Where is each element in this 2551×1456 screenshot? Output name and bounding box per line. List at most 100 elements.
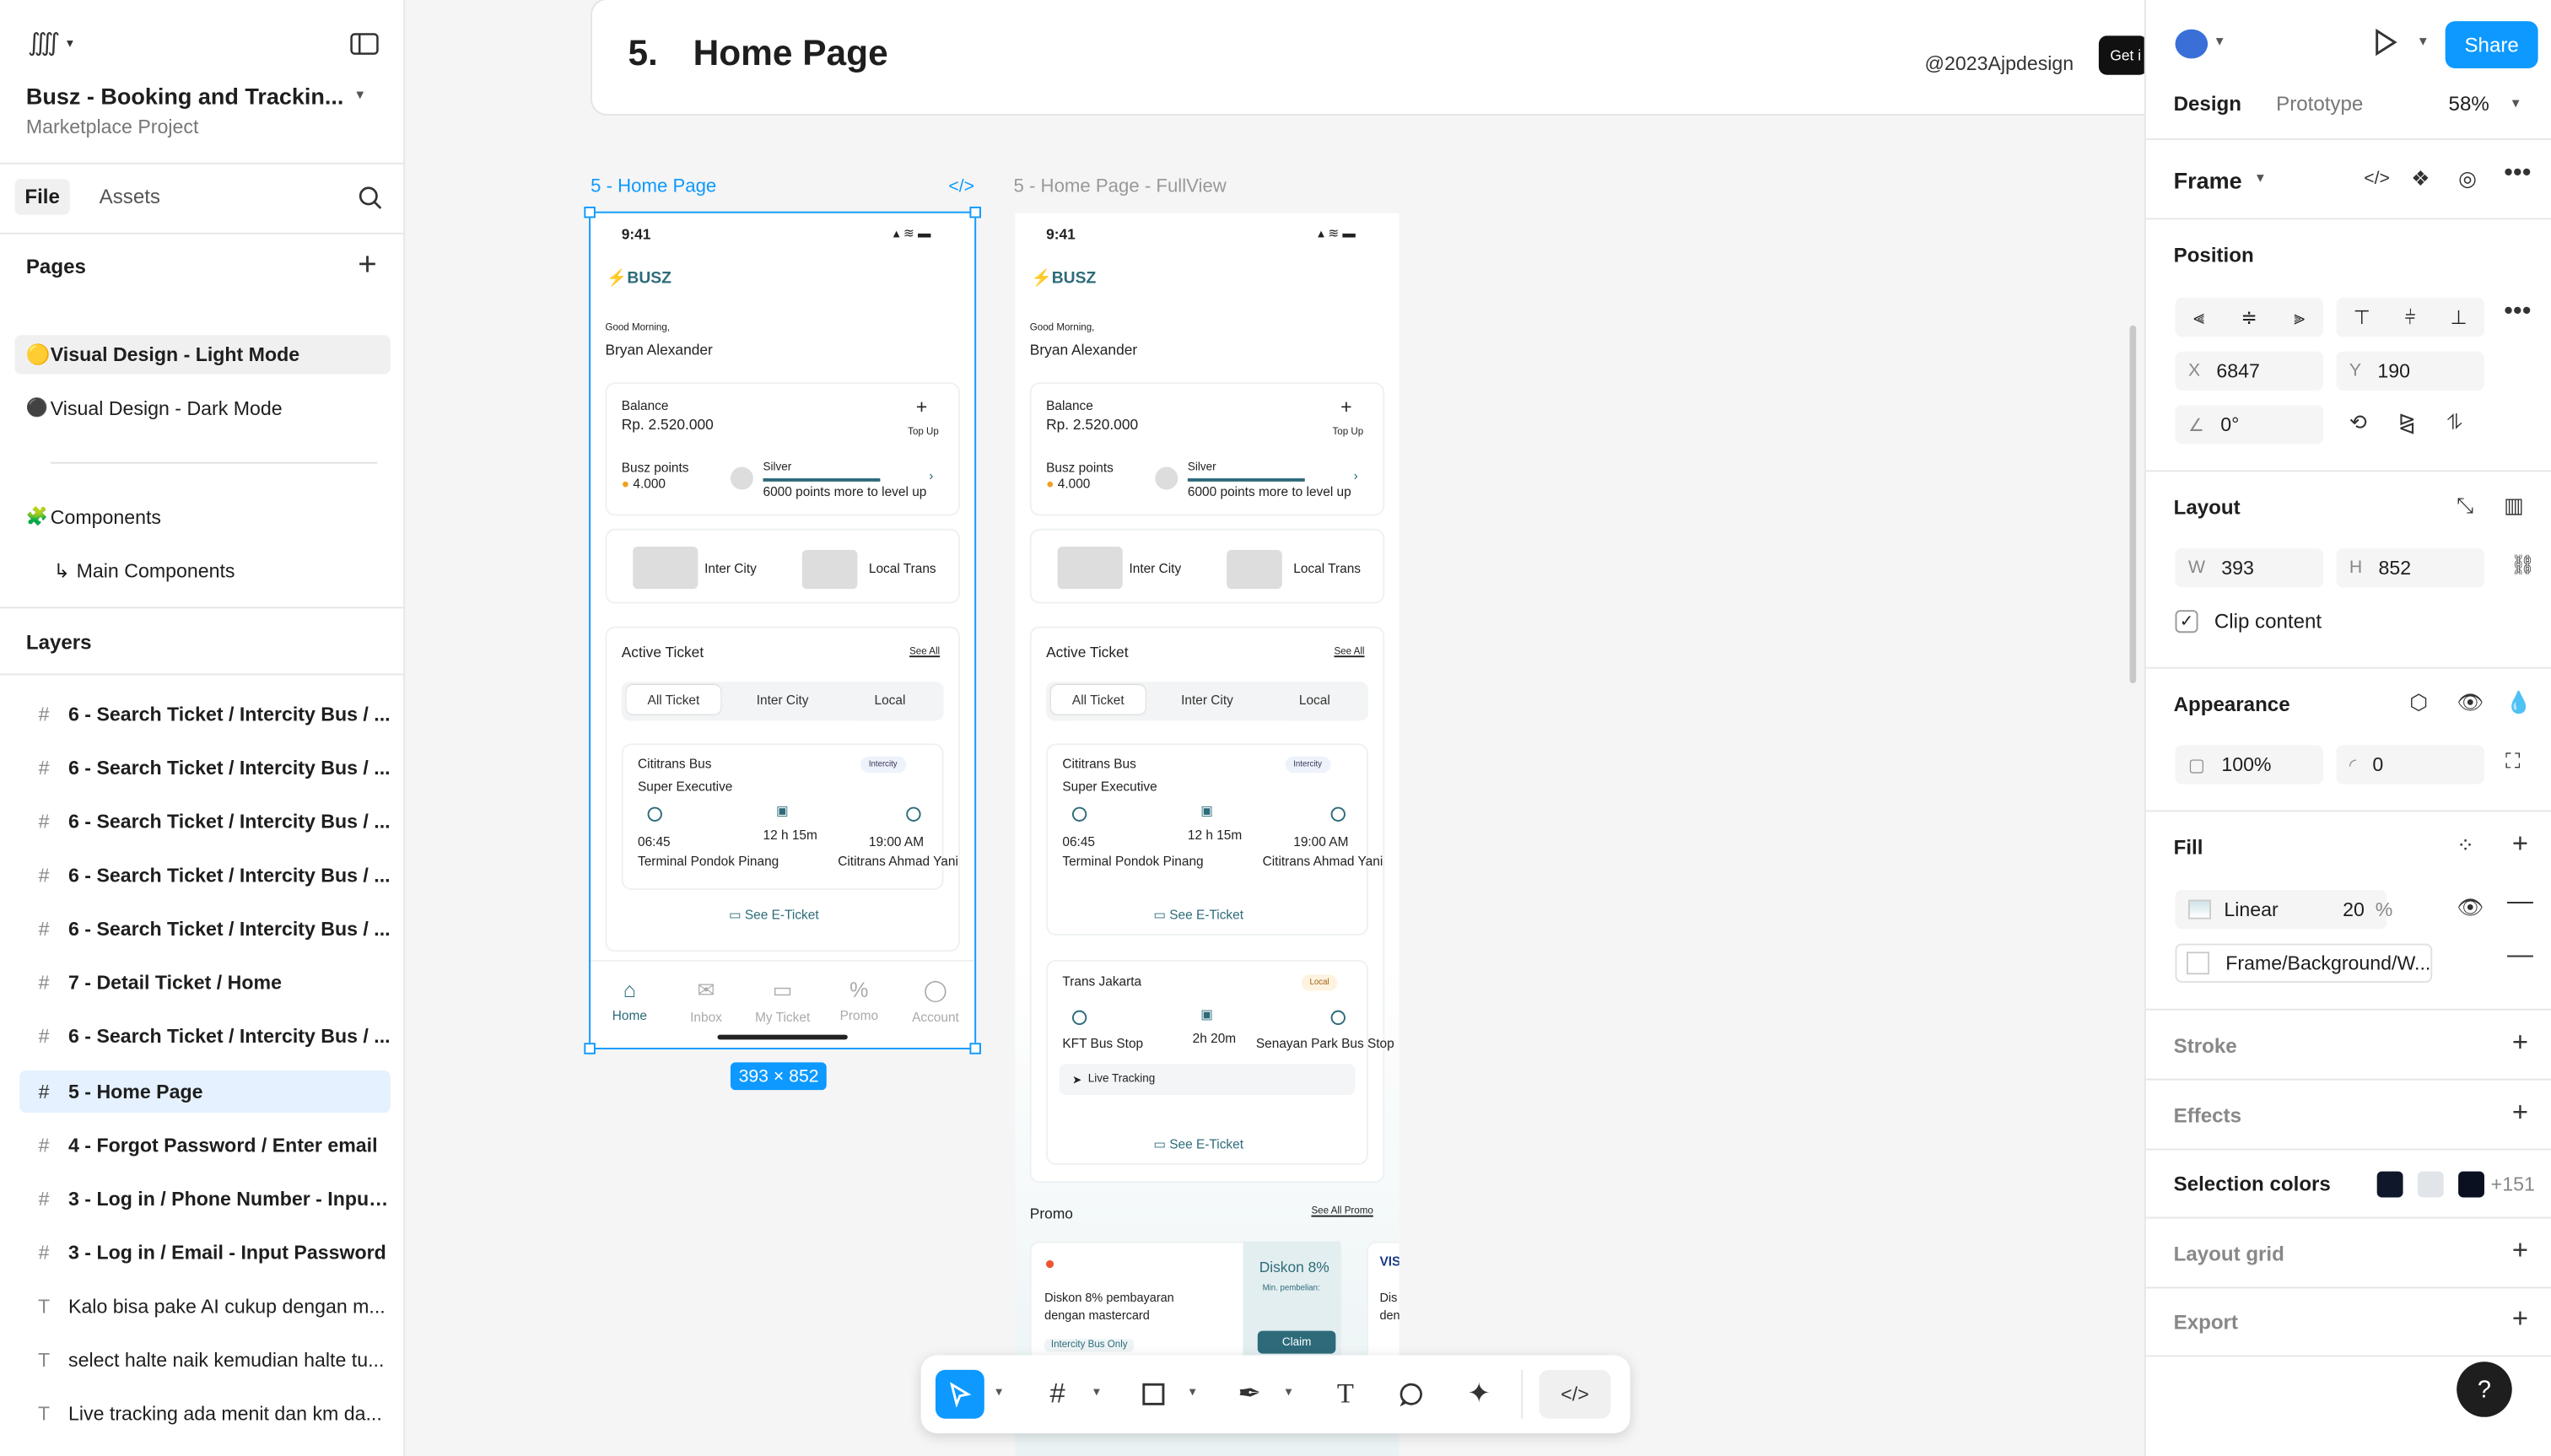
page-label[interactable]: Visual Design - Dark Mode xyxy=(51,397,283,420)
chevron-down-icon[interactable]: ▾ xyxy=(2419,33,2427,51)
nav-home[interactable]: ⌂ Home xyxy=(597,978,662,1023)
layer-item[interactable]: #7 - Detail Ticket / Home xyxy=(19,962,391,1004)
color-swatch[interactable] xyxy=(2417,1171,2444,1198)
tab-all-ticket[interactable]: All Ticket xyxy=(626,684,721,715)
page-label[interactable]: Visual Design - Light Mode xyxy=(51,343,299,366)
more-icon[interactable]: ••• xyxy=(2504,159,2531,189)
style-grid-icon[interactable]: ⁘ xyxy=(2457,833,2474,859)
remove-fill-icon[interactable]: — xyxy=(2507,888,2533,918)
resize-handle[interactable] xyxy=(584,206,596,218)
get-button[interactable]: Get i xyxy=(2098,35,2144,75)
tab-local[interactable]: Local xyxy=(1267,685,1362,715)
ai-tool-icon[interactable]: ✦ xyxy=(1454,1370,1503,1419)
tab-assets[interactable]: Assets xyxy=(100,186,160,208)
chevron-down-icon[interactable]: ▾ xyxy=(995,1384,1002,1399)
claim-button[interactable]: Claim xyxy=(1257,1330,1336,1354)
chevron-down-icon[interactable]: ▾ xyxy=(2512,94,2520,112)
flip-horizontal-icon[interactable]: ⧎ xyxy=(2398,410,2416,436)
layer-item[interactable]: #6 - Search Ticket / Intercity Bus / ... xyxy=(19,855,391,897)
frame-label-selected[interactable]: 5 - Home Page xyxy=(591,177,716,197)
layer-item[interactable]: #4 - Forgot Password / Enter email xyxy=(19,1124,391,1167)
resize-handle[interactable] xyxy=(584,1043,596,1054)
category-local[interactable]: Local Trans xyxy=(1293,561,1361,575)
chevron-right-icon[interactable]: › xyxy=(1354,468,1358,483)
chevron-down-icon[interactable]: ▾ xyxy=(2257,170,2264,187)
canvas-scrollbar[interactable] xyxy=(2129,325,2137,684)
see-all-link[interactable]: See All xyxy=(909,648,940,658)
comment-tool-icon[interactable] xyxy=(1388,1370,1437,1419)
category-intercity[interactable]: Inter City xyxy=(704,561,757,575)
add-stroke-icon[interactable]: + xyxy=(2512,1027,2528,1060)
nav-inbox[interactable]: ✉ Inbox xyxy=(673,978,738,1025)
clip-content-checkbox[interactable]: ✓ xyxy=(2175,610,2198,634)
constrain-proportions-icon[interactable]: ⛓ xyxy=(2511,553,2535,576)
live-tracking-button[interactable]: ➤ Live Tracking xyxy=(1059,1064,1356,1095)
pen-tool-icon[interactable]: ✒ xyxy=(1225,1370,1274,1419)
align-center-icon[interactable]: ≑ xyxy=(2241,306,2257,329)
tab-file[interactable]: File xyxy=(14,179,70,215)
tab-local[interactable]: Local xyxy=(843,685,937,715)
resize-handle[interactable] xyxy=(969,206,981,218)
chevron-down-icon[interactable]: ▾ xyxy=(1189,1384,1196,1399)
align-left-icon[interactable]: ⫷ xyxy=(2193,305,2204,330)
rotate-icon[interactable]: ⟲ xyxy=(2349,410,2367,436)
canvas[interactable]: 5. Home Page @2023Ajpdesign Get i 5 - Ho… xyxy=(405,0,2144,1456)
more-icon[interactable]: ••• xyxy=(2504,298,2531,327)
tab-inter-city[interactable]: Inter City xyxy=(1160,685,1254,715)
category-local[interactable]: Local Trans xyxy=(869,561,936,575)
sidebar-toggle-icon[interactable] xyxy=(347,30,382,59)
more-colors-count[interactable]: +151 xyxy=(2491,1173,2535,1196)
zoom-level[interactable]: 58% xyxy=(2449,93,2489,116)
dev-mode-toggle-icon[interactable]: </> xyxy=(1539,1369,1611,1419)
nav-my-ticket[interactable]: ▭ My Ticket xyxy=(750,978,815,1025)
search-icon[interactable] xyxy=(354,182,384,212)
color-swatch[interactable] xyxy=(2376,1171,2403,1198)
eticket-button[interactable]: ▭ See E-Ticket xyxy=(1153,908,1243,922)
layer-item[interactable]: T Live tracking ada menit dan km da... xyxy=(19,1393,391,1435)
code-icon[interactable]: </> xyxy=(948,177,974,197)
nav-account[interactable]: ◯ Account xyxy=(903,978,968,1025)
layer-item[interactable]: T Kalo bisa pake AI cukup dengan m... xyxy=(19,1286,391,1328)
flip-vertical-icon[interactable]: ⥮ xyxy=(2447,410,2462,436)
plus-icon[interactable]: + xyxy=(1340,396,1352,418)
width-field[interactable]: W 393 xyxy=(2175,547,2324,588)
phone-frame-home[interactable]: 9:41 ▴ ≋ ▬ ⚡BUSZ Good Morning, Bryan Ale… xyxy=(591,213,975,1049)
category-intercity[interactable]: Inter City xyxy=(1129,561,1181,575)
frame-type[interactable]: Frame xyxy=(2174,168,2242,194)
radius-field[interactable]: ◜ 0 xyxy=(2336,745,2484,785)
fill-type-field[interactable]: Linear 20 % xyxy=(2175,889,2392,930)
layer-item[interactable]: #6 - Search Ticket / Intercity Bus / ... xyxy=(19,801,391,843)
rotation-field[interactable]: ∠ 0° xyxy=(2175,405,2324,445)
x-field[interactable]: X 6847 xyxy=(2175,351,2324,391)
eye-icon[interactable]: 👁 xyxy=(2457,690,2484,716)
see-all-promo-link[interactable]: See All Promo xyxy=(1311,1207,1373,1217)
layer-item-selected[interactable]: #5 - Home Page xyxy=(19,1070,391,1114)
color-swatch[interactable] xyxy=(2458,1171,2484,1198)
add-effect-icon[interactable]: + xyxy=(2512,1097,2528,1130)
layer-item[interactable]: #6 - Search Ticket / Intercity Bus / ... xyxy=(19,908,391,950)
chevron-down-icon[interactable]: ▾ xyxy=(2216,33,2224,51)
tab-inter-city[interactable]: Inter City xyxy=(736,685,830,715)
add-page-icon[interactable]: + xyxy=(358,247,377,284)
move-tool-icon[interactable] xyxy=(935,1369,984,1419)
height-field[interactable]: H 852 xyxy=(2336,547,2484,588)
frame-tool-icon[interactable]: # xyxy=(1033,1370,1082,1419)
play-icon[interactable] xyxy=(2372,28,2398,65)
add-layout-grid-icon[interactable]: + xyxy=(2512,1235,2528,1268)
page-label[interactable]: Components xyxy=(51,506,161,529)
align-middle-icon[interactable]: ⫩ xyxy=(2405,305,2416,330)
frame-label[interactable]: 5 - Home Page - FullView xyxy=(1014,177,1227,197)
remove-fill-icon[interactable]: — xyxy=(2507,942,2533,972)
layer-item[interactable]: #3 - Log in / Email - Input Password xyxy=(19,1232,391,1274)
variable-icon[interactable]: ⬡ xyxy=(2409,690,2428,716)
opacity-field[interactable]: ▢ 100% xyxy=(2175,745,2324,785)
layer-item[interactable]: Tselect halte naik kemudian halte tu... xyxy=(19,1339,391,1381)
eticket-button[interactable]: ▭ See E-Ticket xyxy=(1153,1137,1243,1151)
blend-mode-icon[interactable]: 💧 xyxy=(2505,690,2532,716)
phone-frame-fullview[interactable]: 9:41 ▴ ≋ ▬ ⚡BUSZ Good Morning, Bryan Ale… xyxy=(1015,213,1400,1456)
auto-layout-icon[interactable]: ▥ xyxy=(2504,493,2524,519)
rectangle-tool-icon[interactable] xyxy=(1129,1370,1178,1419)
layer-item[interactable]: #6 - Search Ticket / Intercity Bus / ... xyxy=(19,747,391,789)
layer-item[interactable]: #6 - Search Ticket / Intercity Bus / ... xyxy=(19,693,391,736)
share-button[interactable]: Share xyxy=(2445,21,2538,69)
